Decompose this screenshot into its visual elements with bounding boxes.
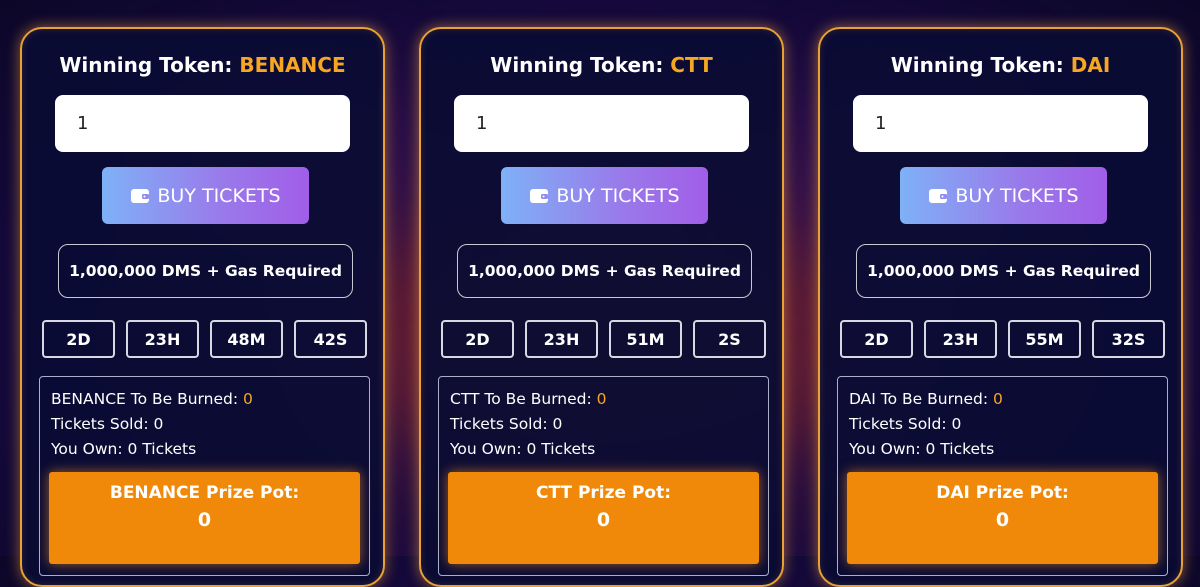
timer-hours: 23H (525, 320, 598, 358)
lottery-info-panel: CTT To Be Burned: 0 Tickets Sold: 0 You … (438, 376, 769, 576)
prize-pot-label: CTT Prize Pot: (535, 483, 672, 503)
winning-token-name: CTT (670, 53, 713, 77)
timer-hours: 23H (126, 320, 199, 358)
countdown-timer: 2D 23H 51M 2S (441, 320, 768, 358)
prize-pot-value: 0 (995, 509, 1010, 531)
winning-token-label: Winning Token: (490, 53, 664, 77)
burn-label: DAI To Be Burned: (849, 390, 989, 408)
timer-hours: 23H (924, 320, 997, 358)
lottery-card-benance: Winning Token: BENANCE BUY TICKETS 1,000… (20, 27, 385, 587)
prize-pot: BENANCE Prize Pot: 0 (49, 472, 360, 564)
timer-minutes: 48M (210, 320, 283, 358)
buy-tickets-label: BUY TICKETS (157, 184, 281, 207)
prize-pot-value: 0 (197, 509, 212, 531)
tickets-owned: You Own: 0 Tickets (849, 440, 995, 458)
winning-token-name: DAI (1070, 53, 1111, 77)
burn-value: 0 (596, 390, 607, 408)
lottery-card-ctt: Winning Token: CTT BUY TICKETS 1,000,000… (419, 27, 784, 587)
buy-tickets-label: BUY TICKETS (556, 184, 680, 207)
timer-days: 2D (42, 320, 115, 358)
winning-token-name: BENANCE (239, 53, 346, 77)
countdown-timer: 2D 23H 48M 42S (42, 320, 369, 358)
timer-days: 2D (840, 320, 913, 358)
lottery-card-dai: Winning Token: DAI BUY TICKETS 1,000,000… (818, 27, 1183, 587)
prize-pot: CTT Prize Pot: 0 (448, 472, 759, 564)
tickets-sold: Tickets Sold: 0 (450, 415, 563, 433)
timer-days: 2D (441, 320, 514, 358)
buy-tickets-button[interactable]: BUY TICKETS (102, 167, 309, 224)
card-title: Winning Token: BENANCE (22, 53, 383, 77)
buy-tickets-button[interactable]: BUY TICKETS (900, 167, 1107, 224)
timer-minutes: 55M (1008, 320, 1081, 358)
wallet-icon (529, 187, 549, 205)
timer-seconds: 32S (1092, 320, 1165, 358)
buy-tickets-button[interactable]: BUY TICKETS (501, 167, 708, 224)
prize-pot: DAI Prize Pot: 0 (847, 472, 1158, 564)
lottery-info-panel: DAI To Be Burned: 0 Tickets Sold: 0 You … (837, 376, 1168, 576)
tickets-sold: Tickets Sold: 0 (849, 415, 962, 433)
requirement-badge: 1,000,000 DMS + Gas Required (457, 244, 752, 298)
requirement-badge: 1,000,000 DMS + Gas Required (58, 244, 353, 298)
requirement-badge: 1,000,000 DMS + Gas Required (856, 244, 1151, 298)
timer-seconds: 2S (693, 320, 766, 358)
timer-minutes: 51M (609, 320, 682, 358)
lottery-info-panel: BENANCE To Be Burned: 0 Tickets Sold: 0 … (39, 376, 370, 576)
tickets-sold: Tickets Sold: 0 (51, 415, 164, 433)
ticket-quantity-input[interactable] (55, 95, 350, 152)
prize-pot-label: BENANCE Prize Pot: (109, 483, 300, 503)
wallet-icon (130, 187, 150, 205)
card-title: Winning Token: DAI (820, 53, 1181, 77)
tickets-owned: You Own: 0 Tickets (450, 440, 596, 458)
card-title: Winning Token: CTT (421, 53, 782, 77)
prize-pot-label: DAI Prize Pot: (936, 483, 1069, 503)
timer-seconds: 42S (294, 320, 367, 358)
burn-label: CTT To Be Burned: (450, 390, 592, 408)
burn-label: BENANCE To Be Burned: (51, 390, 239, 408)
countdown-timer: 2D 23H 55M 32S (840, 320, 1167, 358)
winning-token-label: Winning Token: (890, 53, 1064, 77)
winning-token-label: Winning Token: (59, 53, 233, 77)
ticket-quantity-input[interactable] (853, 95, 1148, 152)
burn-amount: CTT To Be Burned: 0 (450, 390, 607, 408)
burn-value: 0 (993, 390, 1003, 408)
prize-pot-value: 0 (596, 509, 611, 531)
buy-tickets-label: BUY TICKETS (955, 184, 1079, 207)
wallet-icon (928, 187, 948, 205)
burn-amount: BENANCE To Be Burned: 0 (51, 390, 253, 408)
ticket-quantity-input[interactable] (454, 95, 749, 152)
tickets-owned: You Own: 0 Tickets (51, 440, 197, 458)
burn-amount: DAI To Be Burned: 0 (849, 390, 1003, 408)
burn-value: 0 (243, 390, 253, 408)
